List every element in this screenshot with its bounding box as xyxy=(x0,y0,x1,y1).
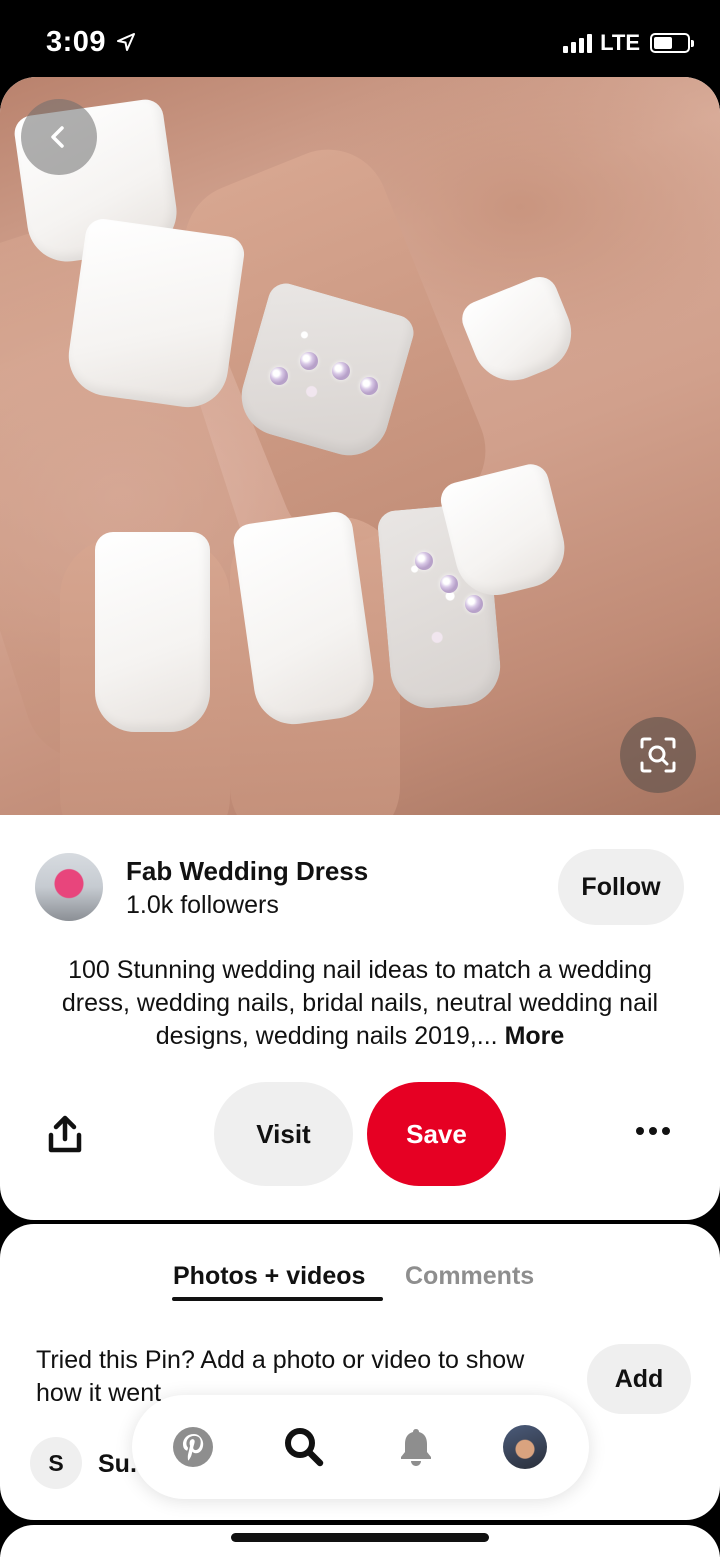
crystal-shape xyxy=(360,377,378,395)
notifications-bell-icon xyxy=(401,1429,431,1466)
home-indicator xyxy=(231,1533,489,1542)
pin-description: 100 Stunning wedding nail ideas to match… xyxy=(40,954,680,1053)
pin-image[interactable] xyxy=(0,77,720,815)
save-button[interactable]: Save xyxy=(367,1082,506,1186)
follow-button[interactable]: Follow xyxy=(558,849,684,925)
share-icon[interactable] xyxy=(46,1115,84,1155)
visual-search-icon xyxy=(640,737,676,773)
creator-row: Fab Wedding Dress 1.0k followers Follow xyxy=(0,849,720,939)
visual-search-button[interactable] xyxy=(620,717,696,793)
creator-followers: 1.0k followers xyxy=(126,891,279,919)
active-tab-underline xyxy=(172,1297,383,1301)
crystal-shape xyxy=(465,595,483,613)
back-button[interactable] xyxy=(21,99,97,175)
nail-shape xyxy=(456,271,584,393)
nav-home[interactable] xyxy=(171,1425,215,1469)
status-bar: 3:09 LTE xyxy=(0,0,720,80)
crystal-shape xyxy=(440,575,458,593)
more-link[interactable]: More xyxy=(505,1022,565,1050)
search-icon xyxy=(285,1428,324,1467)
nail-shape xyxy=(95,532,210,732)
bottom-nav xyxy=(132,1395,589,1499)
network-type: LTE xyxy=(600,30,640,55)
add-photo-button[interactable]: Add xyxy=(587,1344,691,1414)
more-options-icon[interactable] xyxy=(636,1125,670,1137)
comment-avatar[interactable]: S xyxy=(30,1437,82,1489)
tab-photos-videos[interactable]: Photos + videos xyxy=(173,1262,365,1291)
crystal-shape xyxy=(332,362,350,380)
nav-profile-avatar[interactable] xyxy=(503,1425,547,1469)
crystal-shape xyxy=(300,352,318,370)
nail-shape xyxy=(63,216,247,413)
visit-button[interactable]: Visit xyxy=(214,1082,353,1186)
battery-icon xyxy=(650,33,694,53)
nav-search[interactable] xyxy=(282,1425,326,1469)
chevron-left-icon xyxy=(51,126,64,148)
cellular-signal-icon xyxy=(563,33,593,53)
crystal-shape xyxy=(415,552,433,570)
status-indicators: LTE xyxy=(563,30,694,56)
tab-comments[interactable]: Comments xyxy=(405,1262,534,1291)
status-time: 3:09 xyxy=(46,26,107,58)
pinterest-home-icon xyxy=(173,1427,213,1467)
creator-name[interactable]: Fab Wedding Dress xyxy=(126,856,368,887)
description-text: 100 Stunning wedding nail ideas to match… xyxy=(61,956,659,1050)
comment-author-name: Su. xyxy=(98,1450,137,1478)
creator-avatar[interactable] xyxy=(35,853,103,921)
crystal-shape xyxy=(270,367,288,385)
location-arrow-icon xyxy=(117,33,135,51)
pin-card: Fab Wedding Dress 1.0k followers Follow … xyxy=(0,77,720,1220)
nav-notifications[interactable] xyxy=(394,1425,438,1469)
